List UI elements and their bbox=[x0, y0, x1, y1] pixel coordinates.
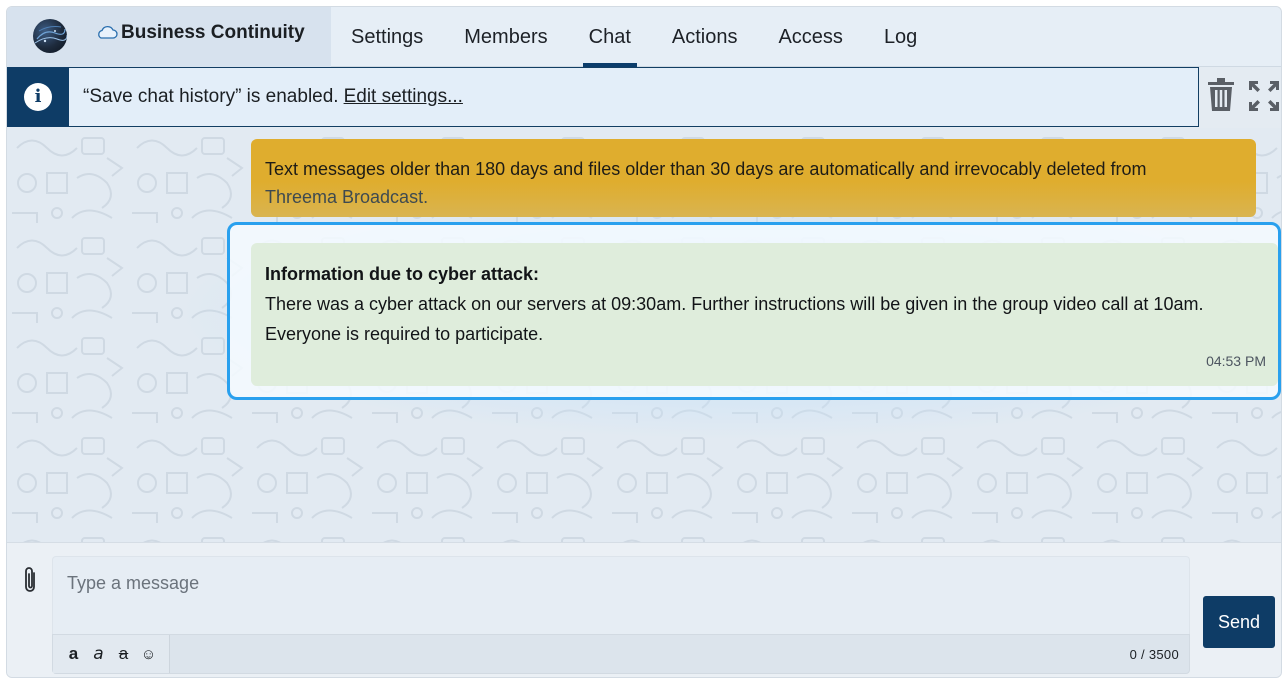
header: Business Continuity Settings Members Cha… bbox=[7, 7, 1281, 67]
retention-notice: Text messages older than 180 days and fi… bbox=[251, 139, 1256, 217]
tab-settings[interactable]: Settings bbox=[331, 7, 443, 67]
message-bubble[interactable]: Information due to cyber attack: There w… bbox=[251, 243, 1278, 386]
tab-log[interactable]: Log bbox=[864, 7, 937, 67]
tab-label: Members bbox=[464, 25, 548, 48]
bold-button[interactable]: a bbox=[61, 644, 86, 664]
tab-bar: Settings Members Chat Actions Access Log bbox=[331, 7, 938, 67]
italic-button[interactable]: a bbox=[86, 644, 111, 664]
info-banner-text: “Save chat history” is enabled. Edit sett… bbox=[83, 86, 463, 108]
emoji-icon[interactable]: ☺ bbox=[136, 646, 161, 663]
send-button[interactable]: Send bbox=[1203, 596, 1275, 648]
expand-icon[interactable] bbox=[1247, 79, 1281, 113]
tab-members[interactable]: Members bbox=[444, 7, 567, 67]
brand-area: Business Continuity bbox=[7, 7, 331, 67]
character-counter: 0 / 3500 bbox=[1129, 646, 1179, 662]
tab-chat[interactable]: Chat bbox=[569, 7, 651, 67]
message-input-container bbox=[52, 556, 1190, 634]
edit-settings-link[interactable]: Edit settings... bbox=[344, 86, 463, 107]
page-title: Business Continuity bbox=[121, 22, 305, 43]
info-banner: i “Save chat history” is enabled. Edit se… bbox=[7, 66, 1199, 127]
tab-label: Access bbox=[778, 25, 843, 48]
info-icon: i bbox=[24, 82, 52, 111]
tab-actions[interactable]: Actions bbox=[652, 7, 758, 67]
info-message: “Save chat history” is enabled. bbox=[83, 86, 339, 107]
tab-access[interactable]: Access bbox=[758, 7, 862, 67]
message-timestamp: 04:53 PM bbox=[1206, 353, 1266, 369]
trash-icon[interactable] bbox=[1207, 78, 1235, 112]
chat-area[interactable]: Text messages older than 180 days and fi… bbox=[7, 128, 1281, 542]
cloud-icon bbox=[98, 26, 118, 39]
message-input[interactable] bbox=[53, 557, 1189, 609]
strikethrough-button[interactable]: a bbox=[111, 644, 136, 664]
composer: a a a ☺ 0 / 3500 Send bbox=[7, 542, 1281, 677]
message-title: Information due to cyber attack: bbox=[265, 264, 540, 284]
tab-label: Chat bbox=[588, 25, 631, 48]
message-body: There was a cyber attack on our servers … bbox=[265, 294, 1204, 344]
format-toolbar: a a a ☺ 0 / 3500 bbox=[52, 634, 1190, 674]
info-icon-container: i bbox=[7, 66, 69, 127]
notice-text: Text messages older than 180 days and fi… bbox=[265, 159, 1147, 179]
tab-label: Actions bbox=[671, 25, 738, 48]
notice-text-continued: Threema Broadcast. bbox=[265, 187, 429, 207]
tab-label: Log bbox=[883, 25, 918, 48]
app-window: Business Continuity Settings Members Cha… bbox=[6, 6, 1282, 678]
format-buttons: a a a ☺ bbox=[53, 635, 170, 673]
tab-label: Settings bbox=[351, 25, 424, 48]
avatar[interactable] bbox=[33, 19, 67, 53]
paperclip-icon[interactable] bbox=[22, 565, 38, 595]
